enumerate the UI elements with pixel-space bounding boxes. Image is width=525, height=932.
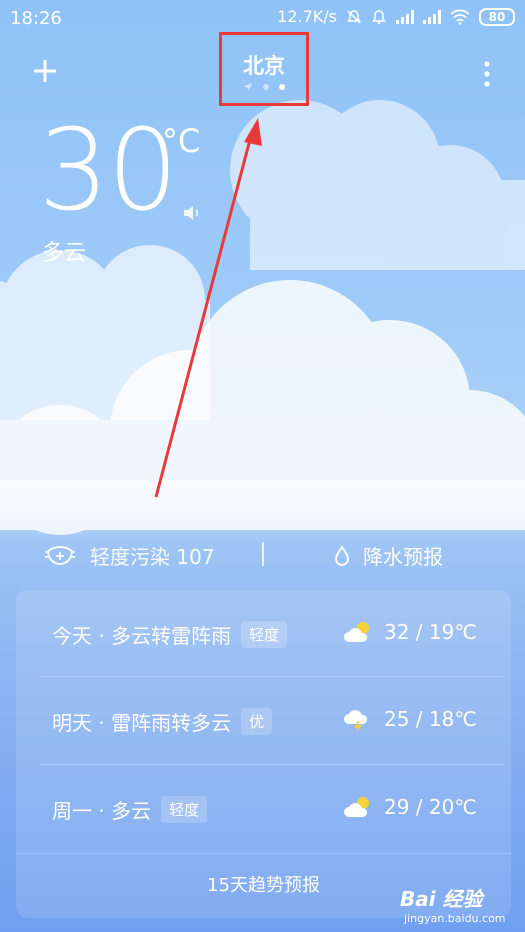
partly-cloudy-icon [344,622,369,642]
status-bar: 18:26 12.7K/s 80 [0,0,525,36]
rain-forecast-label: 降水预报 [363,545,443,569]
air-quality-badge: 轻度 [241,621,288,648]
more-menu-icon[interactable] [476,58,498,90]
baidu-watermark: Bai 经验 jingyan.baidu.com [400,883,522,929]
page-dot [263,84,269,90]
row-divider [16,853,511,854]
aqi-label: 轻度污染 107 [90,545,215,569]
forecast-day: 今天 · 多云转雷阵雨 [52,624,232,648]
status-time: 18:26 [10,8,62,29]
temperature-unit: °C [162,122,201,160]
watermark-url: jingyan.baidu.com [404,912,506,925]
current-temperature: 30 [38,106,179,236]
page-dot-active [279,84,285,90]
city-page-indicator[interactable] [219,82,309,92]
rain-forecast[interactable]: 降水预报 [333,541,443,570]
air-quality-badge: 优 [241,708,273,735]
bell-icon [372,9,386,24]
forecast-temps: 32 / 19℃ [384,620,477,644]
wifi-icon [450,9,470,25]
thunderstorm-icon [344,710,368,733]
forecast-temps: 25 / 18℃ [384,707,477,731]
forecast-day: 明天 · 雷阵雨转多云 [52,711,232,735]
forecast-row-today[interactable]: 今天 · 多云转雷阵雨 轻度 32 / 19℃ [16,590,511,676]
partly-cloudy-icon [344,797,369,817]
network-speed: 12.7K/s [277,7,337,26]
status-icons: 12.7K/s 80 [277,7,515,26]
air-quality[interactable]: 轻度污染 107 [44,541,215,570]
air-quality-badge: 轻度 [161,796,208,823]
forecast-day: 周一 · 多云 [52,799,152,823]
forecast-temps: 29 / 20℃ [384,795,477,819]
location-arrow-icon [244,83,252,91]
forecast-row-monday[interactable]: 周一 · 多云 轻度 29 / 20℃ [16,765,511,851]
city-name[interactable]: 北京 [219,50,309,80]
signal-icon [396,9,414,24]
watermark-brand: Bai 经验 [400,887,483,911]
current-condition: 多云 [42,241,87,266]
battery-indicator: 80 [479,7,515,26]
mute-bell-icon [347,9,361,24]
speaker-icon[interactable] [182,204,204,222]
add-city-icon[interactable] [26,52,64,90]
divider [262,542,264,566]
signal-icon-2 [423,9,441,24]
forecast-row-tomorrow[interactable]: 明天 · 雷阵雨转多云优 25 / 18℃ [16,677,511,763]
raindrop-icon [335,544,349,566]
mask-icon [45,545,75,565]
